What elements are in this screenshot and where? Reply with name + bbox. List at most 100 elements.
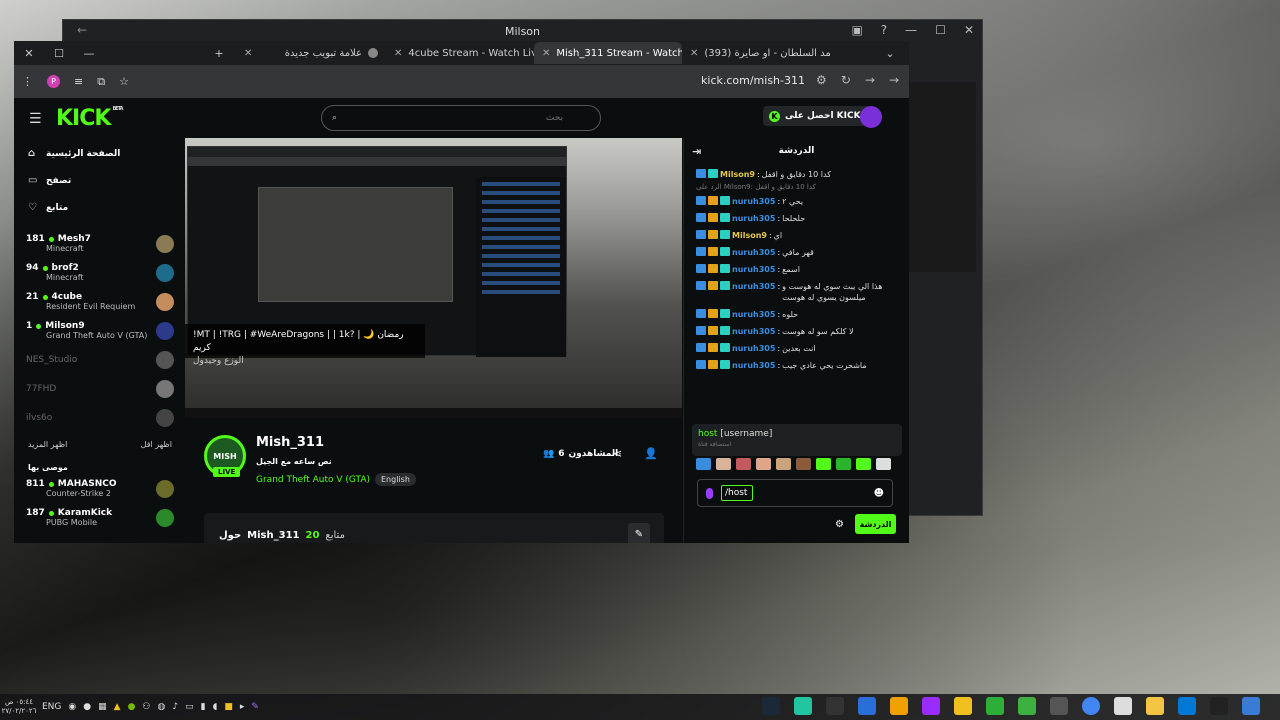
- nav-home[interactable]: ⌂ الصفحة الرئيسية: [14, 140, 184, 167]
- obs-icon[interactable]: [922, 697, 940, 715]
- edit-pencil-icon[interactable]: ✎: [628, 523, 650, 543]
- follow-user-icon[interactable]: 👤: [644, 447, 658, 460]
- chat-send-button[interactable]: الدردشة: [855, 514, 896, 534]
- app-multicolor-icon[interactable]: [1018, 697, 1036, 715]
- app-yellow-icon[interactable]: [954, 697, 972, 715]
- emote-icon[interactable]: [696, 458, 711, 470]
- url-field[interactable]: kick.com/mish-311: [701, 74, 805, 87]
- extensions-icon[interactable]: ⧉: [97, 75, 105, 89]
- discord-icon[interactable]: ◉: [68, 702, 76, 712]
- sheets-icon[interactable]: [986, 697, 1004, 715]
- file-explorer-icon[interactable]: [1146, 697, 1164, 715]
- tab-4cube[interactable]: ✕ 4cube Stream - Watch Live on ...: [386, 42, 534, 64]
- forward-icon[interactable]: →: [865, 73, 875, 87]
- search-bar[interactable]: ⌕: [321, 105, 601, 131]
- tab-mish311[interactable]: ✕ Mish_311 Stream - Watch Live ...: [534, 42, 682, 64]
- tab-close-icon[interactable]: ✕: [690, 48, 698, 59]
- search-input[interactable]: [343, 113, 564, 123]
- maximize-icon[interactable]: ☐: [935, 23, 946, 37]
- emote-icon[interactable]: [796, 458, 811, 470]
- search-taskbar-icon[interactable]: [1210, 697, 1228, 715]
- stream-category[interactable]: Grand Theft Auto V (GTA): [256, 475, 370, 485]
- bookmark-star-icon[interactable]: ☆: [119, 75, 129, 88]
- app-icon[interactable]: ▲: [114, 702, 121, 712]
- media-icon[interactable]: ≡: [74, 75, 83, 88]
- channel-item-offline[interactable]: ilvs6o: [14, 403, 184, 432]
- emote-icon[interactable]: [816, 458, 831, 470]
- emote-icon[interactable]: [856, 458, 871, 470]
- window-maximize-icon[interactable]: ☐: [44, 47, 74, 60]
- channel-item[interactable]: 181 Mesh7 Minecraft: [14, 229, 184, 258]
- reload-icon[interactable]: ↻: [841, 73, 851, 87]
- window-minimize-icon[interactable]: —: [74, 47, 104, 60]
- show-less-button[interactable]: اظهر اقل: [141, 440, 172, 449]
- back-arrow-icon[interactable]: ←: [77, 23, 87, 37]
- command-suggestion[interactable]: host [username] استضافة قناة: [692, 424, 902, 456]
- taskbar-clock[interactable]: ٠٥:٤٤ ص ٢٧/٠٢/٢٠٢٦: [0, 698, 38, 716]
- gamepad-icon[interactable]: ⚇: [142, 702, 150, 712]
- nav-browse[interactable]: ▭ تصفح: [14, 167, 184, 194]
- mic-tray-icon[interactable]: ▮: [201, 702, 206, 712]
- hamburger-menu-icon[interactable]: ☰: [29, 111, 42, 127]
- channel-item[interactable]: 1 Milson9 Grand Theft Auto V (GTA): [14, 316, 184, 345]
- chrome-icon[interactable]: [1082, 697, 1100, 715]
- tab-close-icon[interactable]: ✕: [542, 48, 550, 59]
- tab-youtube[interactable]: ✕ (393) احمد السلطان - او صايرة ...: [682, 42, 830, 64]
- speaker-icon[interactable]: ◖: [213, 702, 218, 712]
- tab-close-icon[interactable]: ✕: [244, 48, 252, 59]
- settings-app-icon[interactable]: [1050, 697, 1068, 715]
- emote-icon[interactable]: [876, 458, 891, 470]
- picture-in-picture-icon[interactable]: ▣: [851, 23, 862, 37]
- windows-icon[interactable]: ▦: [98, 702, 107, 712]
- help-icon[interactable]: ?: [881, 23, 887, 37]
- app-green-icon[interactable]: [794, 697, 812, 715]
- user-avatar[interactable]: [860, 106, 882, 128]
- channel-item[interactable]: 94 brof2 Minecraft: [14, 258, 184, 287]
- tab-search-icon[interactable]: ⌄: [875, 47, 905, 60]
- notes-icon[interactable]: ■: [224, 702, 233, 712]
- r-app-icon[interactable]: [890, 697, 908, 715]
- emote-icon[interactable]: [776, 458, 791, 470]
- get-kicks-button[interactable]: K احصل على KICKs: [763, 106, 872, 126]
- tab-new-tab[interactable]: ✕ علامة تبويب جديدة: [236, 42, 386, 64]
- menu-dots-icon[interactable]: ⋮: [22, 75, 33, 88]
- emote-icon[interactable]: [716, 458, 731, 470]
- start-windows-icon[interactable]: [1242, 697, 1260, 715]
- close-icon[interactable]: ✕: [964, 23, 974, 37]
- emote-icon[interactable]: [756, 458, 771, 470]
- microphone-icon[interactable]: [706, 487, 713, 499]
- share-icon[interactable]: ⋖: [613, 447, 622, 460]
- profile-avatar[interactable]: P: [47, 75, 60, 88]
- extra-tray-icon[interactable]: ▸: [240, 702, 245, 712]
- emote-icon[interactable]: [736, 458, 751, 470]
- language-indicator[interactable]: ENG: [42, 702, 61, 712]
- video-player[interactable]: !MT | !TRG | #WeAreDragons | | 1k? | 🌙 ر…: [185, 138, 682, 418]
- new-tab-button[interactable]: +: [204, 47, 234, 60]
- store-icon[interactable]: [1178, 697, 1196, 715]
- emoji-icon[interactable]: ☻: [874, 488, 884, 499]
- github-icon[interactable]: ●: [83, 702, 91, 712]
- streamer-name[interactable]: Mish_311: [256, 435, 324, 450]
- gamepad-app-icon[interactable]: [826, 697, 844, 715]
- show-more-button[interactable]: اظهر المزيد: [28, 440, 67, 449]
- channel-item-offline[interactable]: 77FHD: [14, 374, 184, 403]
- wifi-icon[interactable]: ◍: [158, 702, 166, 712]
- kick-logo[interactable]: KICK BETA: [56, 106, 124, 131]
- minimize-icon[interactable]: —: [905, 23, 917, 37]
- steam-icon[interactable]: [762, 697, 780, 715]
- nvidia-icon[interactable]: ●: [128, 702, 136, 712]
- chat-input[interactable]: [721, 485, 753, 501]
- language-tag[interactable]: English: [375, 473, 416, 486]
- channel-item-offline[interactable]: NES_Studio: [14, 345, 184, 374]
- chat-settings-gear-icon[interactable]: ⚙: [835, 519, 844, 530]
- recommended-channel-item[interactable]: 811 MAHASNCO Counter-Strike 2: [14, 474, 184, 503]
- window-close-icon[interactable]: ✕: [14, 47, 44, 60]
- app-white-icon[interactable]: [1114, 697, 1132, 715]
- site-settings-icon[interactable]: ⚙: [816, 73, 827, 87]
- app-blue-icon[interactable]: [858, 697, 876, 715]
- recommended-channel-item[interactable]: 187 KaramKick PUBG Mobile: [14, 503, 184, 532]
- pen-icon[interactable]: ✎: [251, 702, 259, 712]
- chat-input-box[interactable]: ☻: [697, 479, 893, 507]
- channel-item[interactable]: 21 4cube Resident Evil Requiem: [14, 287, 184, 316]
- nav-following[interactable]: ♡ متابع: [14, 194, 184, 221]
